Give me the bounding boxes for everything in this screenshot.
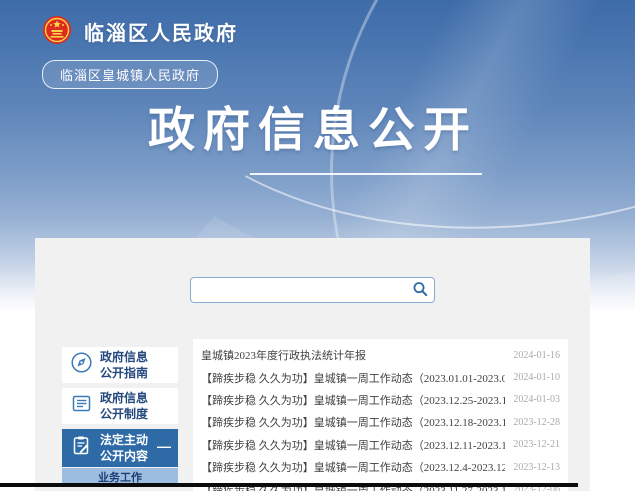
search-box xyxy=(190,277,435,303)
article-title[interactable]: 【蹄疾步稳 久久为功】皇城镇一周工作动态（2023.12.18-2023.12.… xyxy=(201,414,505,430)
article-row[interactable]: 皇城镇2023年度行政执法统计年报 2024-01-16 xyxy=(201,344,560,366)
sidebar-item-label: 政府信息 公开制度 xyxy=(100,390,148,422)
article-date: 2023-12-13 xyxy=(513,462,560,473)
article-row[interactable]: 【蹄疾步稳 久久为功】皇城镇一周工作动态（2023.12.18-2023.12.… xyxy=(201,411,560,433)
screenshot-bottom-edge xyxy=(0,483,578,487)
article-list: 皇城镇2023年度行政执法统计年报 2024-01-16 【蹄疾步稳 久久为功】… xyxy=(193,339,568,491)
article-title[interactable]: 【蹄疾步稳 久久为功】皇城镇一周工作动态（2023.12.25-2023.12.… xyxy=(201,392,505,408)
collapse-minus-icon[interactable]: — xyxy=(157,438,171,454)
article-row[interactable]: 【蹄疾步稳 久久为功】皇城镇一周工作动态（2023.12.4-2023.12.1… xyxy=(201,456,560,478)
article-title[interactable]: 【蹄疾步稳 久久为功】皇城镇一周工作动态（2023.01.01-2023.01.… xyxy=(201,370,505,386)
clipboard-pen-icon xyxy=(71,435,92,461)
china-national-emblem-icon xyxy=(42,15,72,47)
search-button[interactable] xyxy=(409,279,431,301)
sidebar-item-label: 法定主动 公开内容 xyxy=(100,432,148,464)
article-row[interactable]: 【蹄疾步稳 久久为功】皇城镇一周工作动态（2023.12.11-2023.12.… xyxy=(201,434,560,456)
page: 临淄区人民政府 临淄区皇城镇人民政府 政府信息公开 xyxy=(0,0,635,491)
document-list-icon xyxy=(71,393,92,419)
org-tag-link[interactable]: 临淄区皇城镇人民政府 xyxy=(42,60,218,89)
article-title[interactable]: 皇城镇2023年度行政执法统计年报 xyxy=(201,347,366,363)
article-title[interactable]: 【蹄疾步稳 久久为功】皇城镇一周工作动态（2023.12.11-2023.12.… xyxy=(201,437,505,453)
sidebar-item-gov-info-guide[interactable]: 政府信息 公开指南 xyxy=(62,347,178,383)
compass-icon xyxy=(71,352,92,378)
article-date: 2024-01-16 xyxy=(513,350,560,361)
sidebar-item-label: 政府信息 公开指南 xyxy=(100,349,148,381)
page-title: 政府信息公开 xyxy=(148,101,478,160)
article-date: 2023-12-28 xyxy=(513,417,560,428)
article-row[interactable]: 【蹄疾步稳 久久为功】皇城镇一周工作动态（2023.01.01-2023.01.… xyxy=(201,366,560,388)
search-input[interactable] xyxy=(191,278,409,302)
article-list-panel: 皇城镇2023年度行政执法统计年报 2024-01-16 【蹄疾步稳 久久为功】… xyxy=(193,339,568,491)
sidebar-item-statutory-disclosure[interactable]: 法定主动 公开内容 — xyxy=(62,429,178,467)
title-underline xyxy=(250,173,482,175)
article-row[interactable]: 【蹄疾步稳 久久为功】皇城镇一周工作动态（2023.12.25-2023.12.… xyxy=(201,389,560,411)
article-date: 2023-12-21 xyxy=(513,439,560,450)
site-header: 临淄区人民政府 xyxy=(42,15,238,47)
content-panel: 政府信息 公开指南 政府信息 公开制度 xyxy=(35,238,590,491)
site-name-link[interactable]: 临淄区人民政府 xyxy=(84,17,238,46)
article-date: 2024-01-03 xyxy=(513,394,560,405)
article-title[interactable]: 【蹄疾步稳 久久为功】皇城镇一周工作动态（2023.12.4-2023.12.1… xyxy=(201,459,505,475)
search-icon xyxy=(412,281,428,300)
sidebar-item-gov-info-rules[interactable]: 政府信息 公开制度 xyxy=(62,388,178,424)
article-date: 2024-01-10 xyxy=(513,372,560,383)
